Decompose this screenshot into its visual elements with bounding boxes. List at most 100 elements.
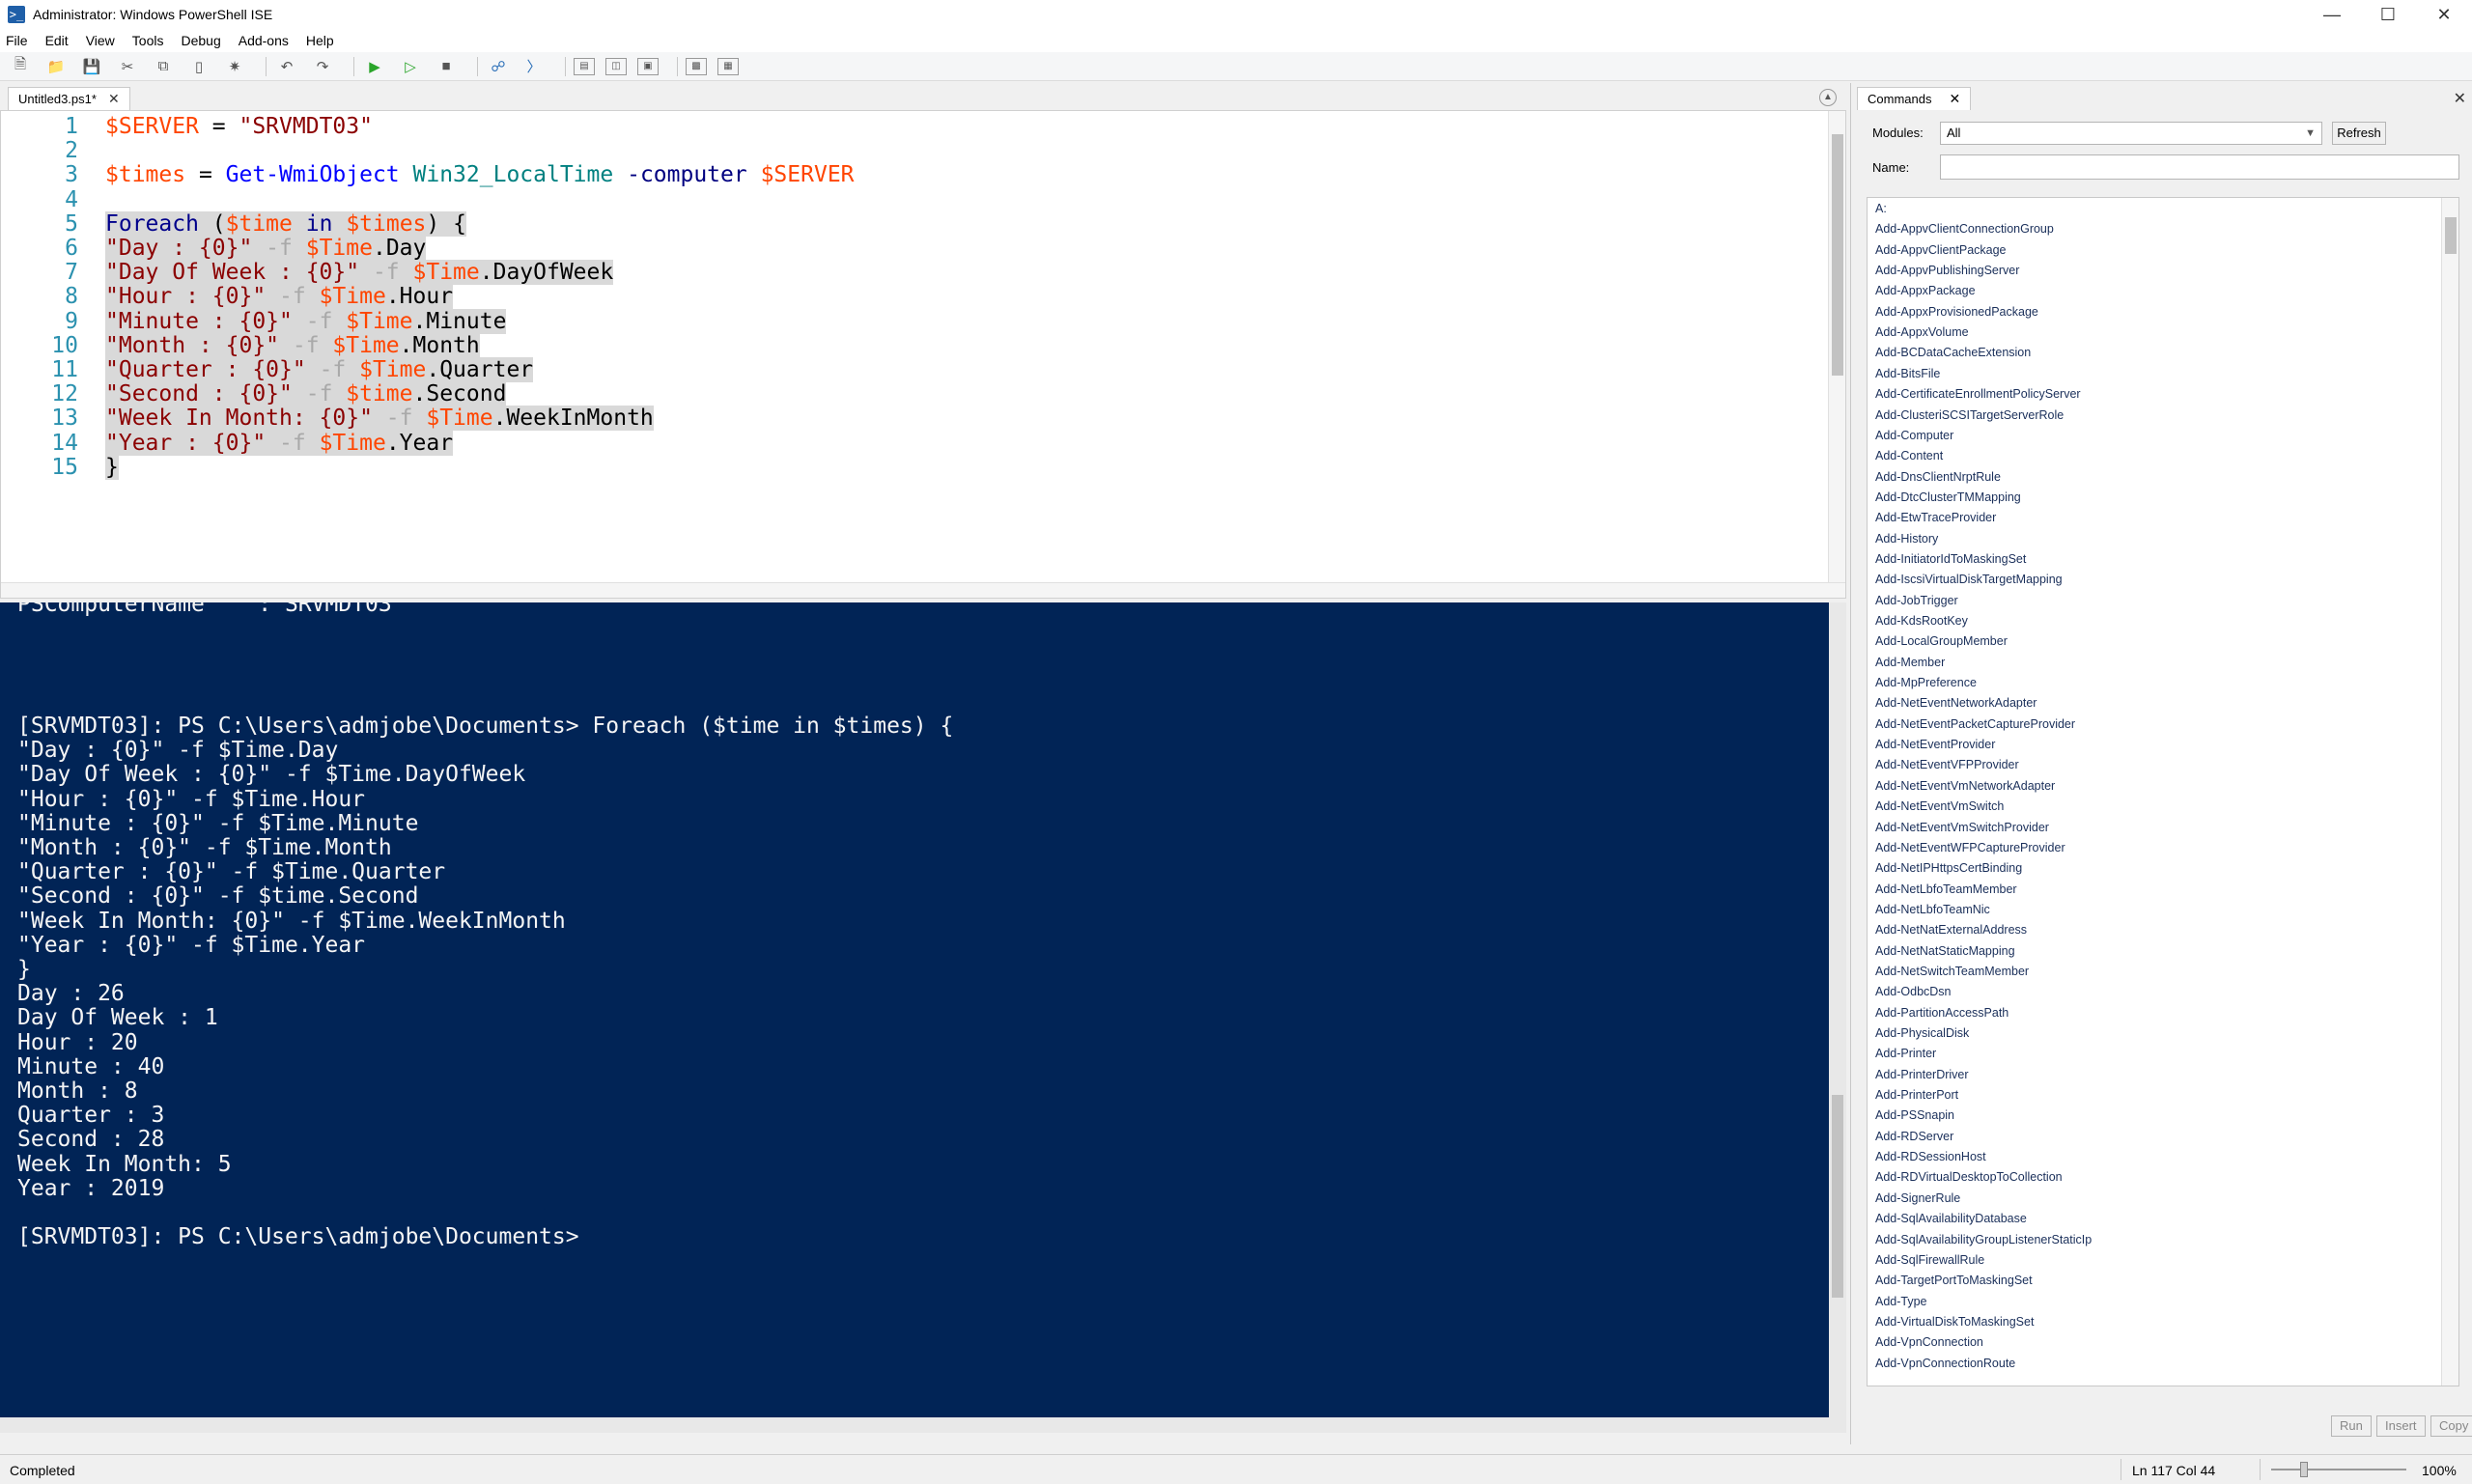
zoom-slider[interactable] (2271, 1469, 2406, 1470)
refresh-button[interactable]: Refresh (2332, 122, 2386, 145)
menu-view[interactable]: View (86, 33, 115, 48)
copy-icon[interactable]: ⧉ (151, 55, 176, 78)
commands-list-scroll-thumb[interactable] (2445, 217, 2457, 254)
command-list-item[interactable]: Add-RDServer (1875, 1130, 1953, 1143)
command-list-item[interactable]: Add-AppxVolume (1875, 325, 1969, 339)
command-list-item[interactable]: Add-SignerRule (1875, 1191, 1960, 1205)
run-script-icon[interactable]: ▶ (362, 55, 387, 78)
command-list-item[interactable]: Add-JobTrigger (1875, 594, 1958, 607)
command-list-item[interactable]: Add-AppxProvisionedPackage (1875, 305, 2038, 319)
menu-debug[interactable]: Debug (181, 33, 220, 48)
command-list-item[interactable]: Add-VpnConnectionRoute (1875, 1357, 2015, 1370)
command-list-item[interactable]: Add-NetNatExternalAddress (1875, 923, 2027, 937)
console-horizontal-scrollbar[interactable] (0, 1417, 1829, 1433)
command-list-item[interactable]: Add-PrinterDriver (1875, 1068, 1969, 1081)
command-list-item[interactable]: Add-NetLbfoTeamMember (1875, 882, 2017, 896)
command-list-item[interactable]: Add-DtcClusterTMMapping (1875, 490, 2021, 504)
code-line[interactable]: $SERVER = "SRVMDT03" (105, 114, 373, 139)
close-commands-tab-icon[interactable]: ✕ (1949, 91, 1960, 107)
commands-list-scrollbar[interactable] (2441, 198, 2458, 1386)
script-scroll-thumb[interactable] (1832, 134, 1843, 376)
menu-tools[interactable]: Tools (132, 33, 164, 48)
command-list-item[interactable]: Add-NetSwitchTeamMember (1875, 965, 2029, 978)
command-list-item[interactable]: Add-OdbcDsn (1875, 985, 1952, 998)
command-list-item[interactable]: Add-NetEventNetworkAdapter (1875, 696, 2037, 710)
show-script-pane-icon[interactable]: ▩ (686, 57, 707, 75)
command-list-item[interactable]: Add-RDSessionHost (1875, 1150, 1986, 1163)
minimize-button[interactable]: — (2304, 0, 2360, 29)
code-line[interactable]: "Minute : {0}" -f $Time.Minute (105, 308, 507, 334)
insert-button[interactable]: Insert (2376, 1415, 2426, 1437)
command-list-item[interactable]: Add-KdsRootKey (1875, 614, 1968, 628)
command-list-item[interactable]: Add-NetEventPacketCaptureProvider (1875, 717, 2075, 731)
command-list-item[interactable]: Add-EtwTraceProvider (1875, 511, 1996, 524)
command-list-item[interactable]: Add-IscsiVirtualDiskTargetMapping (1875, 573, 2063, 586)
code-line[interactable]: $times = Get-WmiObject Win32_LocalTime -… (105, 163, 855, 187)
script-pane-top-icon[interactable]: ▤ (574, 57, 595, 75)
command-list-item[interactable]: Add-AppxPackage (1875, 284, 1976, 297)
code-line[interactable]: "Quarter : {0}" -f $Time.Quarter (105, 357, 534, 382)
close-tab-icon[interactable]: ✕ (108, 91, 120, 107)
command-list-item[interactable]: Add-Computer (1875, 429, 1953, 442)
tab-untitled3[interactable]: Untitled3.ps1* ✕ (8, 87, 130, 110)
command-list-item[interactable]: Add-CertificateEnrollmentPolicyServer (1875, 387, 2081, 401)
run-button[interactable]: Run (2331, 1415, 2372, 1437)
script-horizontal-scrollbar[interactable] (1, 582, 1845, 598)
cut-icon[interactable]: ✂ (115, 55, 140, 78)
command-list-item[interactable]: Add-AppvPublishingServer (1875, 264, 2019, 277)
command-list-item[interactable]: Add-AppvClientConnectionGroup (1875, 222, 2054, 236)
show-commands-icon[interactable]: ▦ (717, 57, 739, 75)
command-list-item[interactable]: Add-NetLbfoTeamNic (1875, 903, 1990, 916)
maximize-button[interactable]: ☐ (2360, 0, 2416, 29)
undo-icon[interactable]: ↶ (274, 55, 299, 78)
code-line[interactable]: "Day : {0}" -f $Time.Day (105, 236, 427, 261)
script-pane-maximized-icon[interactable]: ▣ (637, 57, 659, 75)
script-pane-right-icon[interactable]: ◫ (605, 57, 627, 75)
command-list-item[interactable]: Add-NetEventVFPProvider (1875, 758, 2019, 771)
command-list-item[interactable]: Add-History (1875, 532, 1938, 546)
menu-edit[interactable]: Edit (45, 33, 69, 48)
close-commands-panel-icon[interactable]: ✕ (2454, 89, 2466, 108)
command-list-item[interactable]: Add-MpPreference (1875, 676, 1977, 689)
name-filter-input[interactable] (1940, 154, 2459, 180)
clear-console-icon[interactable]: ✷ (222, 55, 247, 78)
command-list-item[interactable]: Add-NetIPHttpsCertBinding (1875, 861, 2022, 875)
command-list-item[interactable]: Add-Content (1875, 449, 1943, 462)
menu-file[interactable]: File (6, 33, 28, 48)
menu-add-ons[interactable]: Add-ons (239, 33, 289, 48)
command-list-item[interactable]: Add-PSSnapin (1875, 1108, 1954, 1122)
command-list-item[interactable]: Add-DnsClientNrptRule (1875, 470, 2001, 484)
command-list-item[interactable]: A: (1875, 202, 1887, 215)
collapse-script-pane-icon[interactable]: ▲ (1819, 89, 1837, 106)
code-line[interactable]: "Year : {0}" -f $Time.Year (105, 430, 454, 456)
zoom-slider-thumb[interactable] (2300, 1462, 2309, 1477)
command-list-item[interactable]: Add-AppvClientPackage (1875, 243, 2007, 257)
open-folder-icon[interactable]: 📁 (43, 55, 69, 78)
command-list-item[interactable]: Add-NetEventWFPCaptureProvider (1875, 841, 2065, 854)
command-list-item[interactable]: Add-NetEventVmNetworkAdapter (1875, 779, 2055, 793)
console-pane[interactable]: PSComputerName : SRVMDT03 [SRVMDT03]: PS … (0, 602, 1846, 1433)
commands-list[interactable]: A: Add-AppvClientConnectionGroup Add-AppvC… (1867, 197, 2459, 1386)
command-list-item[interactable]: Add-PhysicalDisk (1875, 1026, 1969, 1040)
code-line[interactable]: } (105, 454, 119, 480)
tab-commands[interactable]: Commands ✕ (1857, 87, 1972, 110)
command-list-item[interactable]: Add-SqlAvailabilityDatabase (1875, 1212, 2027, 1225)
command-list-item[interactable]: Add-Type (1875, 1295, 1927, 1308)
new-script-icon[interactable]: 🗎 (8, 55, 33, 78)
command-list-item[interactable]: Add-InitiatorIdToMaskingSet (1875, 552, 2026, 566)
command-list-item[interactable]: Add-PrinterPort (1875, 1088, 1958, 1102)
redo-icon[interactable]: ↷ (310, 55, 335, 78)
code-line[interactable]: "Day Of Week : {0}" -f $Time.DayOfWeek (105, 260, 614, 286)
command-list-item[interactable]: Add-BCDataCacheExtension (1875, 346, 2031, 359)
command-list-item[interactable]: Add-Member (1875, 656, 1945, 669)
command-list-item[interactable]: Add-ClusteriSCSITargetServerRole (1875, 408, 2064, 422)
save-icon[interactable]: 💾 (79, 55, 104, 78)
code-line[interactable]: "Hour : {0}" -f $Time.Hour (105, 284, 454, 310)
command-list-item[interactable]: Add-RDVirtualDesktopToCollection (1875, 1170, 2063, 1184)
command-list-item[interactable]: Add-TargetPortToMaskingSet (1875, 1274, 2033, 1287)
console-scroll-thumb[interactable] (1832, 1095, 1843, 1298)
modules-dropdown[interactable]: All ▼ (1940, 122, 2322, 145)
command-list-item[interactable]: Add-SqlAvailabilityGroupListenerStaticIp (1875, 1233, 2092, 1246)
command-list-item[interactable]: Add-NetNatStaticMapping (1875, 944, 2015, 958)
command-list-item[interactable]: Add-NetEventVmSwitch (1875, 799, 2004, 813)
